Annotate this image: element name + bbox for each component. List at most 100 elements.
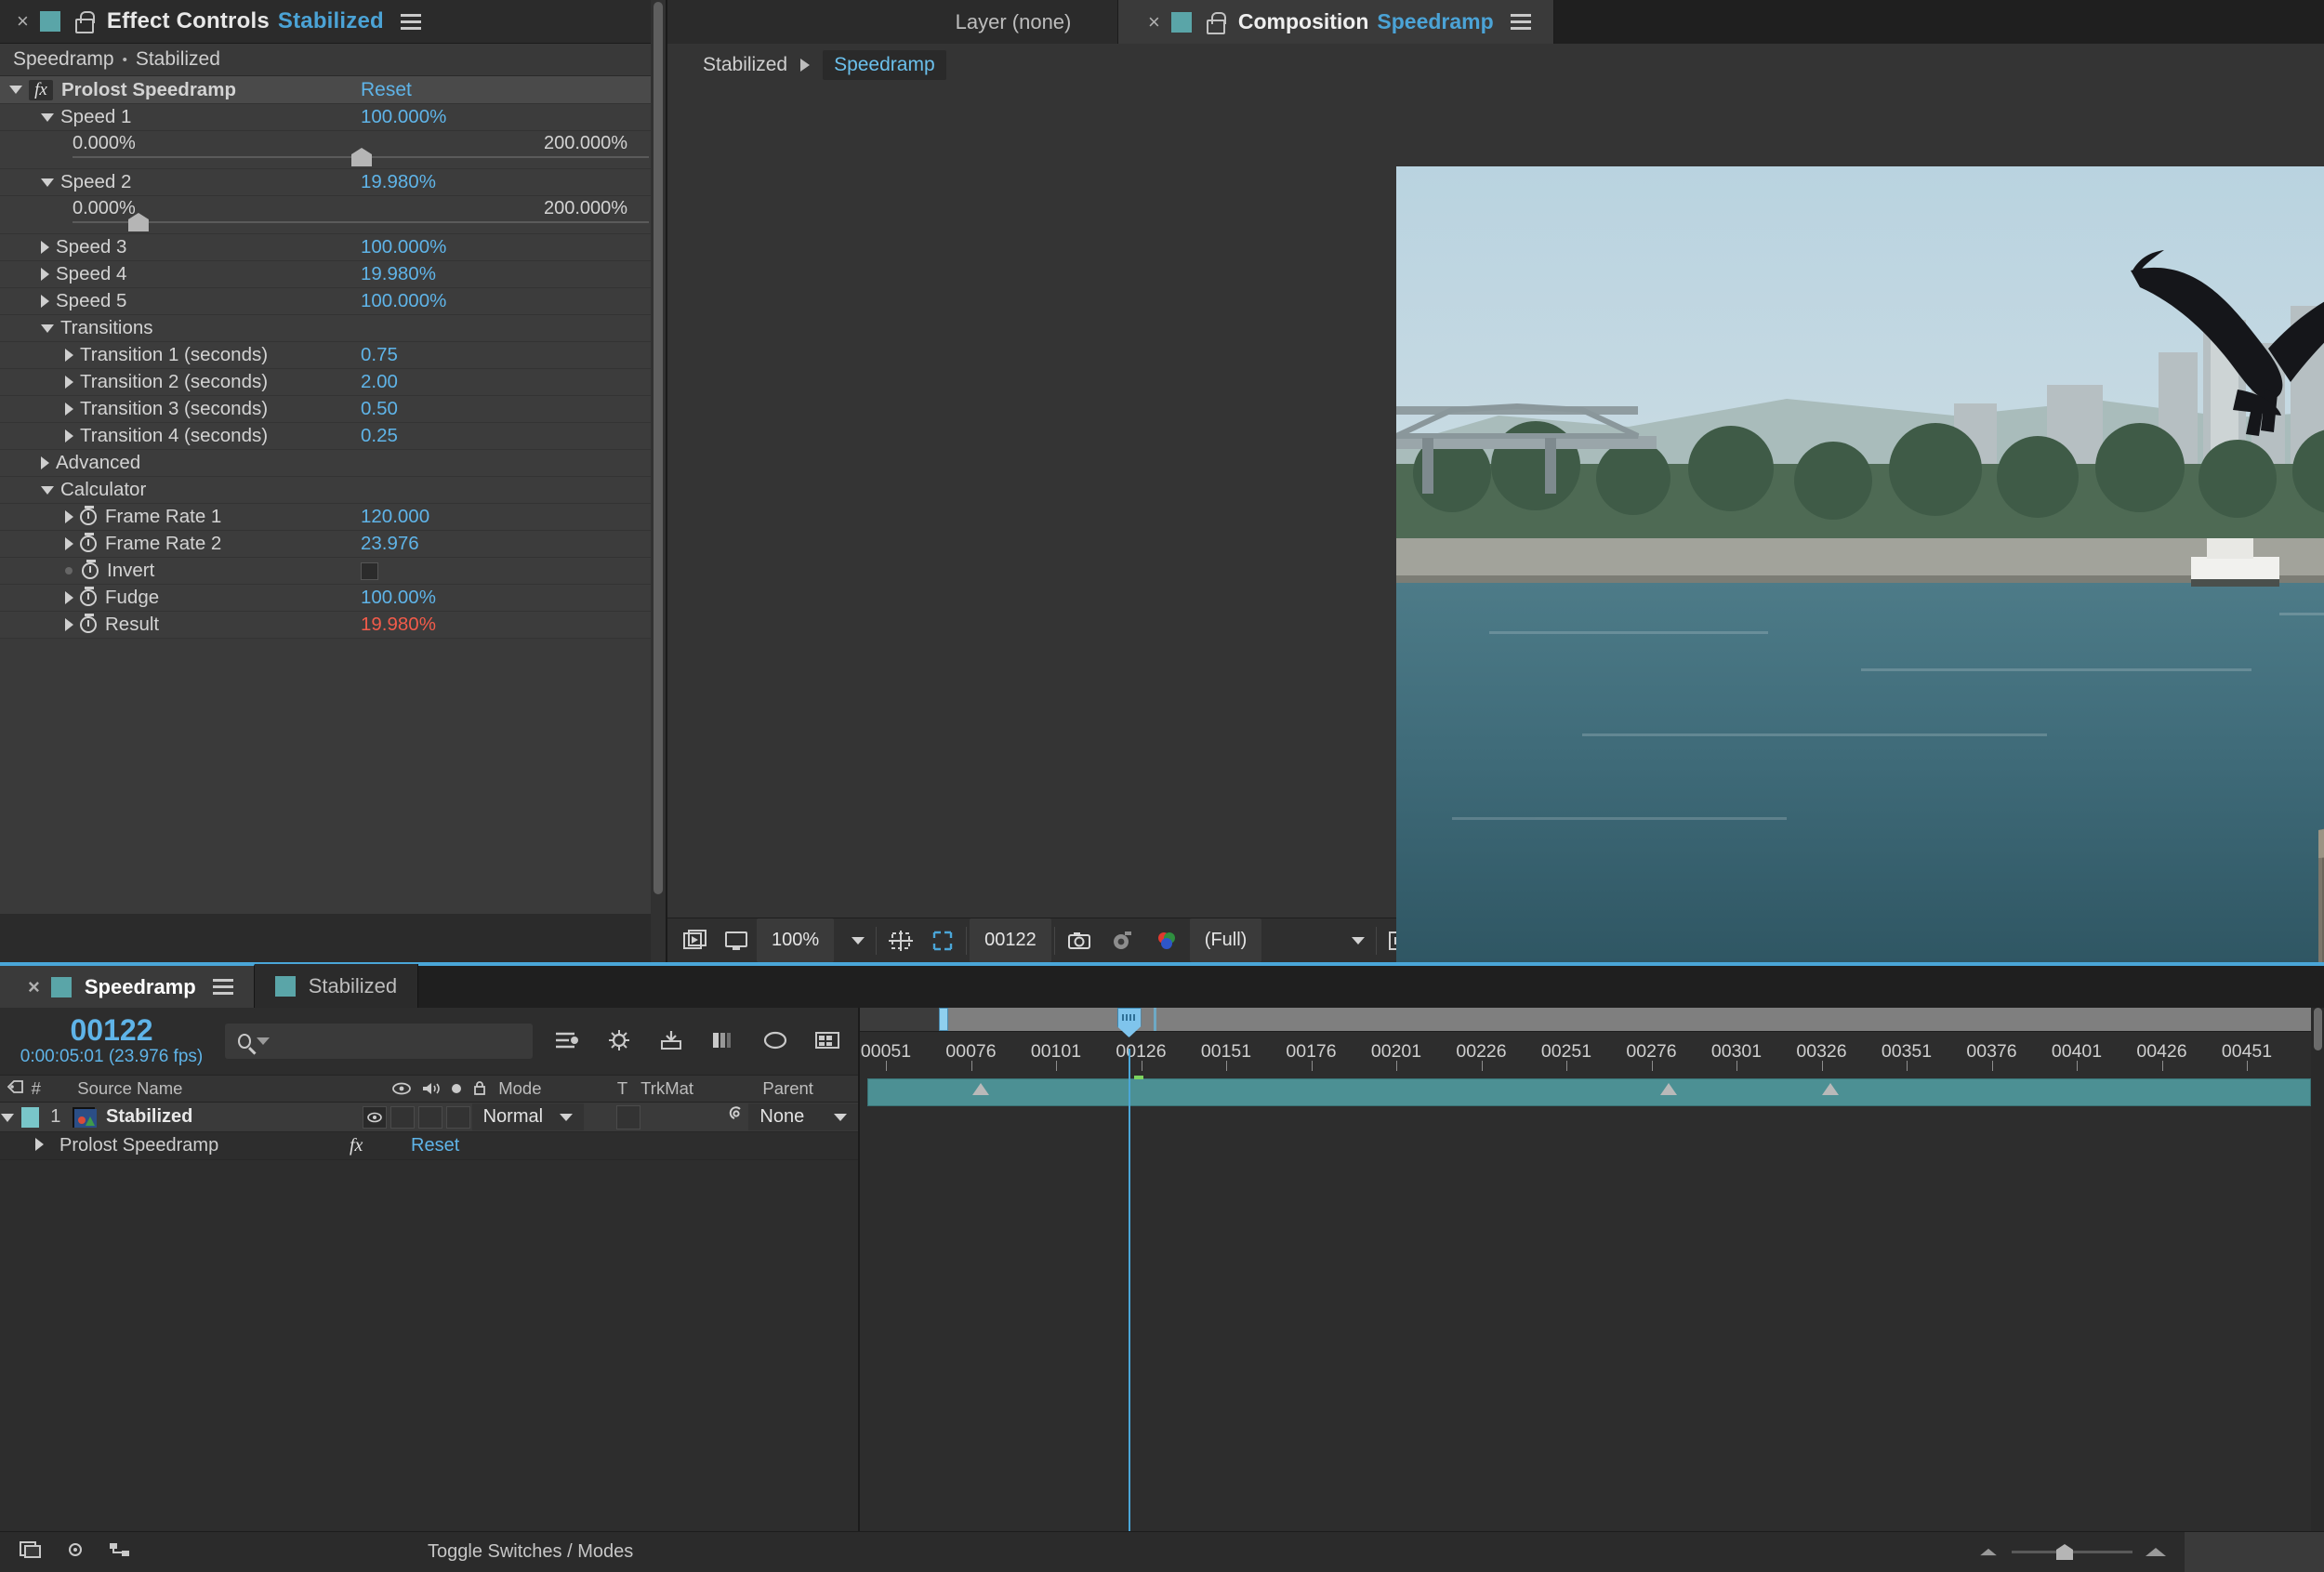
effect-controls-scrollbar[interactable] xyxy=(651,0,666,962)
tab-composition[interactable]: × Composition Speedramp xyxy=(1118,0,1554,44)
layer-av-switches[interactable] xyxy=(362,1105,472,1129)
table-row[interactable]: Prolost Speedramp fx Reset xyxy=(0,1132,858,1160)
playhead[interactable] xyxy=(1116,1008,1142,1531)
effect-param-row[interactable]: Transitions xyxy=(0,315,666,342)
composition-frame-image[interactable] xyxy=(1396,166,2324,965)
twirl-right-icon[interactable] xyxy=(65,429,73,443)
close-icon[interactable]: × xyxy=(28,976,40,997)
always-preview-this-view-icon[interactable] xyxy=(675,918,716,962)
effect-param-row[interactable]: Invert xyxy=(0,558,666,585)
effect-param-row[interactable]: Transition 4 (seconds) 0.25 xyxy=(0,423,666,450)
brainstorm-icon[interactable] xyxy=(813,1028,841,1054)
effect-param-row[interactable]: Fudge 100.00% xyxy=(0,585,666,612)
twirl-right-icon[interactable] xyxy=(41,295,49,308)
zoom-slider[interactable] xyxy=(2012,1544,2133,1560)
effect-param-row[interactable]: Speed 5 100.000% xyxy=(0,288,666,315)
effect-param-row[interactable]: Speed 4 19.980% xyxy=(0,261,666,288)
tab-layer[interactable]: Layer (none) xyxy=(909,0,1118,44)
effect-param-row[interactable]: Frame Rate 1 120.000 xyxy=(0,504,666,531)
timeline-zoom-controls[interactable] xyxy=(1978,1544,2185,1560)
effect-param-value[interactable]: 0.25 xyxy=(361,425,463,447)
stopwatch-icon[interactable] xyxy=(80,533,97,552)
twirl-down-icon[interactable] xyxy=(41,112,54,122)
parent-dropdown[interactable]: None xyxy=(748,1103,859,1130)
effect-param-value[interactable]: 19.980% xyxy=(361,263,463,285)
column-header-source-name[interactable]: Source Name xyxy=(60,1078,391,1099)
effect-param-slider-row[interactable]: 0.000% 200.000% xyxy=(0,196,666,234)
composition-flowchart-icon[interactable] xyxy=(108,1539,132,1565)
breadcrumb-parent[interactable]: Stabilized xyxy=(703,54,787,76)
zoom-slider-knob[interactable] xyxy=(2056,1544,2073,1560)
breadcrumb-current[interactable]: Speedramp xyxy=(823,50,946,80)
toggle-switches-modes-button[interactable]: Toggle Switches / Modes xyxy=(409,1541,1978,1563)
effect-param-value[interactable]: 23.976 xyxy=(361,533,463,555)
new-composition-icon[interactable] xyxy=(19,1539,43,1565)
resolution-dropdown-caret[interactable] xyxy=(1261,918,1373,962)
lock-toggle[interactable] xyxy=(445,1105,470,1129)
stopwatch-icon[interactable] xyxy=(80,506,97,525)
effect-param-value[interactable]: 0.50 xyxy=(361,398,463,420)
solo-toggle[interactable] xyxy=(417,1105,442,1129)
twirl-right-icon[interactable] xyxy=(65,537,73,550)
work-area-span[interactable] xyxy=(939,1008,2311,1031)
layer-duration-bar[interactable] xyxy=(867,1076,2311,1106)
effect-param-row[interactable]: Speed 2 19.980% xyxy=(0,169,666,196)
blend-mode-dropdown[interactable]: Normal xyxy=(471,1103,585,1130)
main-viewer-icon[interactable] xyxy=(716,918,757,962)
work-area-bar[interactable] xyxy=(860,1008,2324,1032)
panel-menu-icon[interactable] xyxy=(400,13,421,30)
tab-speedramp[interactable]: × Speedramp xyxy=(0,964,255,1008)
twirl-right-icon[interactable] xyxy=(65,510,73,523)
column-header-mode[interactable]: Mode xyxy=(491,1078,604,1099)
keyframe-marker[interactable] xyxy=(1660,1083,1677,1095)
effect-param-row[interactable]: Transition 1 (seconds) 0.75 xyxy=(0,342,666,369)
reset-link[interactable]: Reset xyxy=(361,79,412,101)
effect-param-value[interactable]: 100.000% xyxy=(361,106,463,128)
twirl-right-icon[interactable] xyxy=(41,241,49,254)
effect-param-row[interactable]: Transition 2 (seconds) 2.00 xyxy=(0,369,666,396)
twirl-down-icon[interactable] xyxy=(9,86,22,94)
timeline-vertical-scrollbar[interactable] xyxy=(2311,1008,2324,1531)
stopwatch-icon[interactable] xyxy=(80,614,97,633)
hide-shy-layers-icon[interactable] xyxy=(605,1028,633,1054)
twirl-down-icon[interactable] xyxy=(41,485,54,495)
enable-frame-blending-icon[interactable] xyxy=(657,1028,685,1054)
effect-param-value[interactable]: 120.000 xyxy=(361,506,463,528)
panel-menu-icon[interactable] xyxy=(212,979,233,995)
timeline-graph-area[interactable]: 00051 00076 00101 00126 00151 00176 00201 00226… xyxy=(860,1008,2324,1531)
zoom-out-icon[interactable] xyxy=(1980,1548,1997,1556)
current-time-display[interactable]: 00122 0:00:05:01 (23.976 fps) xyxy=(19,1015,205,1067)
effect-param-value[interactable]: 100.00% xyxy=(361,587,463,609)
effect-param-slider-row[interactable]: 0.000% 200.000% xyxy=(0,131,666,169)
graph-editor-icon[interactable] xyxy=(761,1028,789,1054)
scrollbar-thumb[interactable] xyxy=(2314,1008,2322,1050)
zoom-level-value[interactable]: 100% xyxy=(757,918,835,962)
effect-param-value[interactable]: 100.000% xyxy=(361,236,463,258)
show-snapshot-icon[interactable] xyxy=(1101,918,1145,962)
effect-param-value[interactable]: 0.75 xyxy=(361,344,463,366)
twirl-right-icon[interactable] xyxy=(0,1135,59,1156)
search-field[interactable] xyxy=(279,1030,533,1052)
twirl-right-icon[interactable] xyxy=(41,456,49,469)
close-icon[interactable]: × xyxy=(17,11,29,32)
effect-param-row[interactable]: Result 19.980% xyxy=(0,612,666,639)
twirl-down-icon[interactable] xyxy=(41,178,54,187)
keyframe-marker[interactable] xyxy=(1822,1083,1839,1095)
timeline-ruler[interactable]: 00051 00076 00101 00126 00151 00176 00201 00226… xyxy=(860,1032,2324,1077)
trkmat-swatch[interactable] xyxy=(615,1104,640,1129)
twirl-right-icon[interactable] xyxy=(65,349,73,362)
effect-param-value[interactable]: 2.00 xyxy=(361,371,463,393)
effect-reset-link[interactable]: Reset xyxy=(394,1135,459,1156)
effect-param-value[interactable]: 19.980% xyxy=(361,171,463,193)
effect-param-row[interactable]: Speed 3 100.000% xyxy=(0,234,666,261)
search-input[interactable] xyxy=(225,1024,533,1059)
slider-knob[interactable] xyxy=(351,148,372,166)
zoom-in-icon[interactable] xyxy=(2146,1548,2166,1556)
work-area-start-handle[interactable] xyxy=(939,1008,948,1031)
twirl-right-icon[interactable] xyxy=(41,268,49,281)
tab-stabilized[interactable]: Stabilized xyxy=(254,964,419,1008)
effect-param-row[interactable]: Transition 3 (seconds) 0.50 xyxy=(0,396,666,423)
unlock-icon[interactable] xyxy=(1205,11,1226,34)
slider-track[interactable] xyxy=(73,221,649,223)
twirl-right-icon[interactable] xyxy=(65,591,73,604)
